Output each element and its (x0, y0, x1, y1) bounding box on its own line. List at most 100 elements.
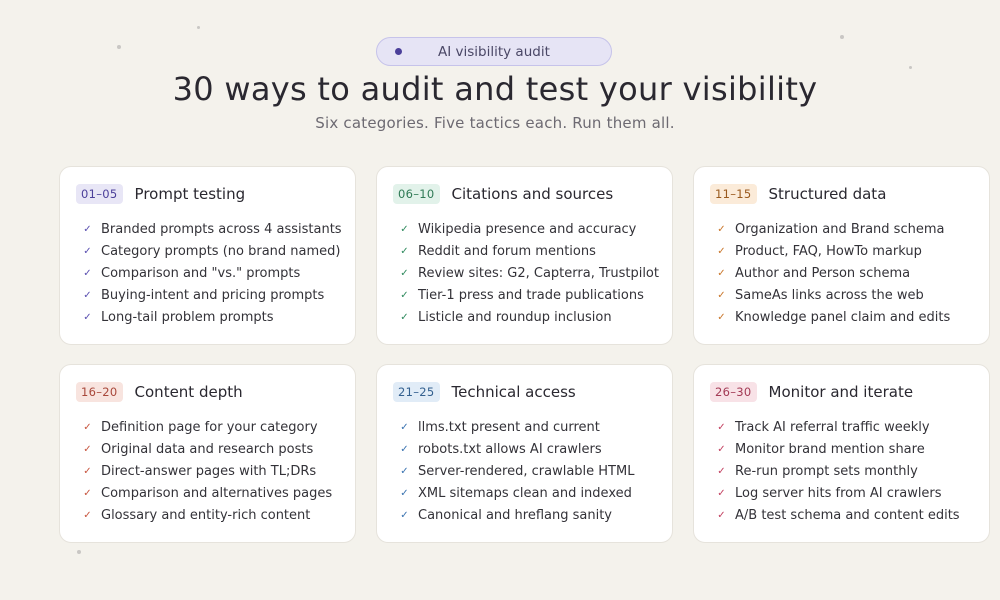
check-icon: ✓ (83, 311, 92, 323)
check-icon: ✓ (717, 224, 726, 236)
range-badge: 21–25 (393, 382, 440, 402)
card-title: Citations and sources (451, 185, 614, 203)
list-item: ✓ SameAs links across the web (716, 284, 950, 306)
check-icon: ✓ (717, 311, 726, 323)
list-item-label: Comparison and alternatives pages (101, 485, 333, 501)
list-item-label: Log server hits from AI crawlers (735, 485, 942, 501)
list-item: ✓ Glossary and entity-rich content (82, 504, 332, 526)
list-item-label: Direct-answer pages with TL;DRs (101, 463, 317, 479)
list-item: ✓ A/B test schema and content edits (716, 504, 960, 526)
tactic-list: ✓ Track AI referral traffic weekly ✓ Monito… (716, 417, 960, 526)
list-item: ✓ Track AI referral traffic weekly (716, 417, 960, 439)
list-item-label: Re-run prompt sets monthly (735, 463, 918, 479)
list-item: ✓ Comparison and "vs." prompts (82, 263, 342, 285)
list-item: ✓ Listicle and roundup inclusion (399, 306, 659, 328)
tactic-list: ✓ Organization and Brand schema ✓ Product, … (716, 219, 950, 328)
category-card: 11–15 Structured data ✓ Organization and Br… (693, 166, 990, 345)
list-item-label: Buying-intent and pricing prompts (101, 287, 325, 303)
list-item: ✓ Organization and Brand schema (716, 219, 950, 241)
check-icon: ✓ (400, 422, 409, 434)
check-icon: ✓ (83, 267, 92, 279)
list-item: ✓ Original data and research posts (82, 439, 332, 461)
check-icon: ✓ (83, 465, 92, 477)
check-icon: ✓ (83, 289, 92, 301)
check-icon: ✓ (717, 267, 726, 279)
page-subtitle: Six categories. Five tactics each. Run t… (315, 114, 675, 132)
check-icon: ✓ (717, 444, 726, 456)
check-icon: ✓ (83, 444, 92, 456)
card-title: Structured data (768, 185, 887, 203)
check-icon: ✓ (83, 487, 92, 499)
tactic-list: ✓ Wikipedia presence and accuracy ✓ Reddit … (399, 219, 659, 328)
list-item-label: Track AI referral traffic weekly (735, 420, 930, 436)
list-item-label: Long-tail problem prompts (101, 309, 274, 325)
check-icon: ✓ (83, 224, 92, 236)
list-item-label: Knowledge panel claim and edits (735, 309, 951, 325)
list-item-label: Server-rendered, crawlable HTML (418, 463, 635, 479)
list-item: ✓ Comparison and alternatives pages (82, 482, 332, 504)
list-item: ✓ Canonical and hreflang sanity (399, 504, 634, 526)
list-item-label: Listicle and roundup inclusion (418, 309, 612, 325)
list-item: ✓ Reddit and forum mentions (399, 241, 659, 263)
list-item-label: Review sites: G2, Capterra, Trustpilot (418, 265, 659, 281)
range-badge: 16–20 (76, 382, 123, 402)
list-item: ✓ Author and Person schema (716, 263, 950, 285)
list-item-label: robots.txt allows AI crawlers (418, 442, 602, 458)
list-item: ✓ Buying-intent and pricing prompts (82, 284, 342, 306)
list-item-label: Product, FAQ, HowTo markup (735, 244, 922, 260)
list-item: ✓ Log server hits from AI crawlers (716, 482, 960, 504)
list-item: ✓ Definition page for your category (82, 417, 332, 439)
decorative-dot (909, 66, 912, 69)
list-item: ✓ Product, FAQ, HowTo markup (716, 241, 950, 263)
check-icon: ✓ (400, 487, 409, 499)
list-item-label: Glossary and entity-rich content (101, 507, 311, 523)
card-title: Content depth (134, 383, 243, 401)
check-icon: ✓ (400, 465, 409, 477)
category-card: 01–05 Prompt testing ✓ Branded prompts acro… (59, 166, 356, 345)
list-item-label: Reddit and forum mentions (418, 244, 596, 260)
list-item: ✓ Re-run prompt sets monthly (716, 461, 960, 483)
card-title: Prompt testing (134, 185, 246, 203)
list-item-label: A/B test schema and content edits (735, 507, 960, 523)
list-item-label: Author and Person schema (735, 265, 911, 281)
list-item: ✓ Monitor brand mention share (716, 439, 960, 461)
tactic-list: ✓ Branded prompts across 4 assistants ✓ Cat… (82, 219, 342, 328)
card-title: Technical access (451, 383, 576, 401)
list-item: ✓ llms.txt present and current (399, 417, 634, 439)
check-icon: ✓ (83, 509, 92, 521)
check-icon: ✓ (717, 289, 726, 301)
tactic-list: ✓ llms.txt present and current ✓ robots.txt… (399, 417, 634, 526)
decorative-dot (197, 26, 200, 29)
list-item-label: Monitor brand mention share (735, 442, 925, 458)
list-item: ✓ robots.txt allows AI crawlers (399, 439, 634, 461)
list-item-label: Original data and research posts (101, 442, 314, 458)
list-item: ✓ Tier-1 press and trade publications (399, 284, 659, 306)
list-item-label: Wikipedia presence and accuracy (418, 222, 637, 238)
card-header: 16–20 Content depth (76, 381, 243, 403)
decorative-dot (77, 550, 81, 554)
list-item-label: Category prompts (no brand named) (101, 244, 341, 260)
range-badge: 26–30 (710, 382, 757, 402)
card-header: 26–30 Monitor and iterate (710, 381, 913, 403)
range-badge: 01–05 (76, 184, 123, 204)
check-icon: ✓ (83, 246, 92, 258)
pill-dot-icon (395, 48, 402, 55)
list-item: ✓ XML sitemaps clean and indexed (399, 482, 634, 504)
list-item-label: Definition page for your category (101, 420, 318, 436)
list-item-label: Comparison and "vs." prompts (101, 265, 301, 281)
card-header: 21–25 Technical access (393, 381, 576, 403)
check-icon: ✓ (400, 267, 409, 279)
check-icon: ✓ (717, 246, 726, 258)
decorative-dot (117, 45, 121, 49)
page-title: 30 ways to audit and test your visibilit… (172, 70, 818, 108)
list-item: ✓ Category prompts (no brand named) (82, 241, 342, 263)
category-card: 21–25 Technical access ✓ llms.txt present a… (376, 364, 673, 543)
card-title: Monitor and iterate (768, 383, 914, 401)
range-badge: 11–15 (710, 184, 757, 204)
check-icon: ✓ (717, 509, 726, 521)
check-icon: ✓ (400, 444, 409, 456)
list-item-label: SameAs links across the web (735, 287, 924, 303)
check-icon: ✓ (400, 289, 409, 301)
list-item: ✓ Wikipedia presence and accuracy (399, 219, 659, 241)
list-item-label: Tier-1 press and trade publications (418, 287, 644, 303)
